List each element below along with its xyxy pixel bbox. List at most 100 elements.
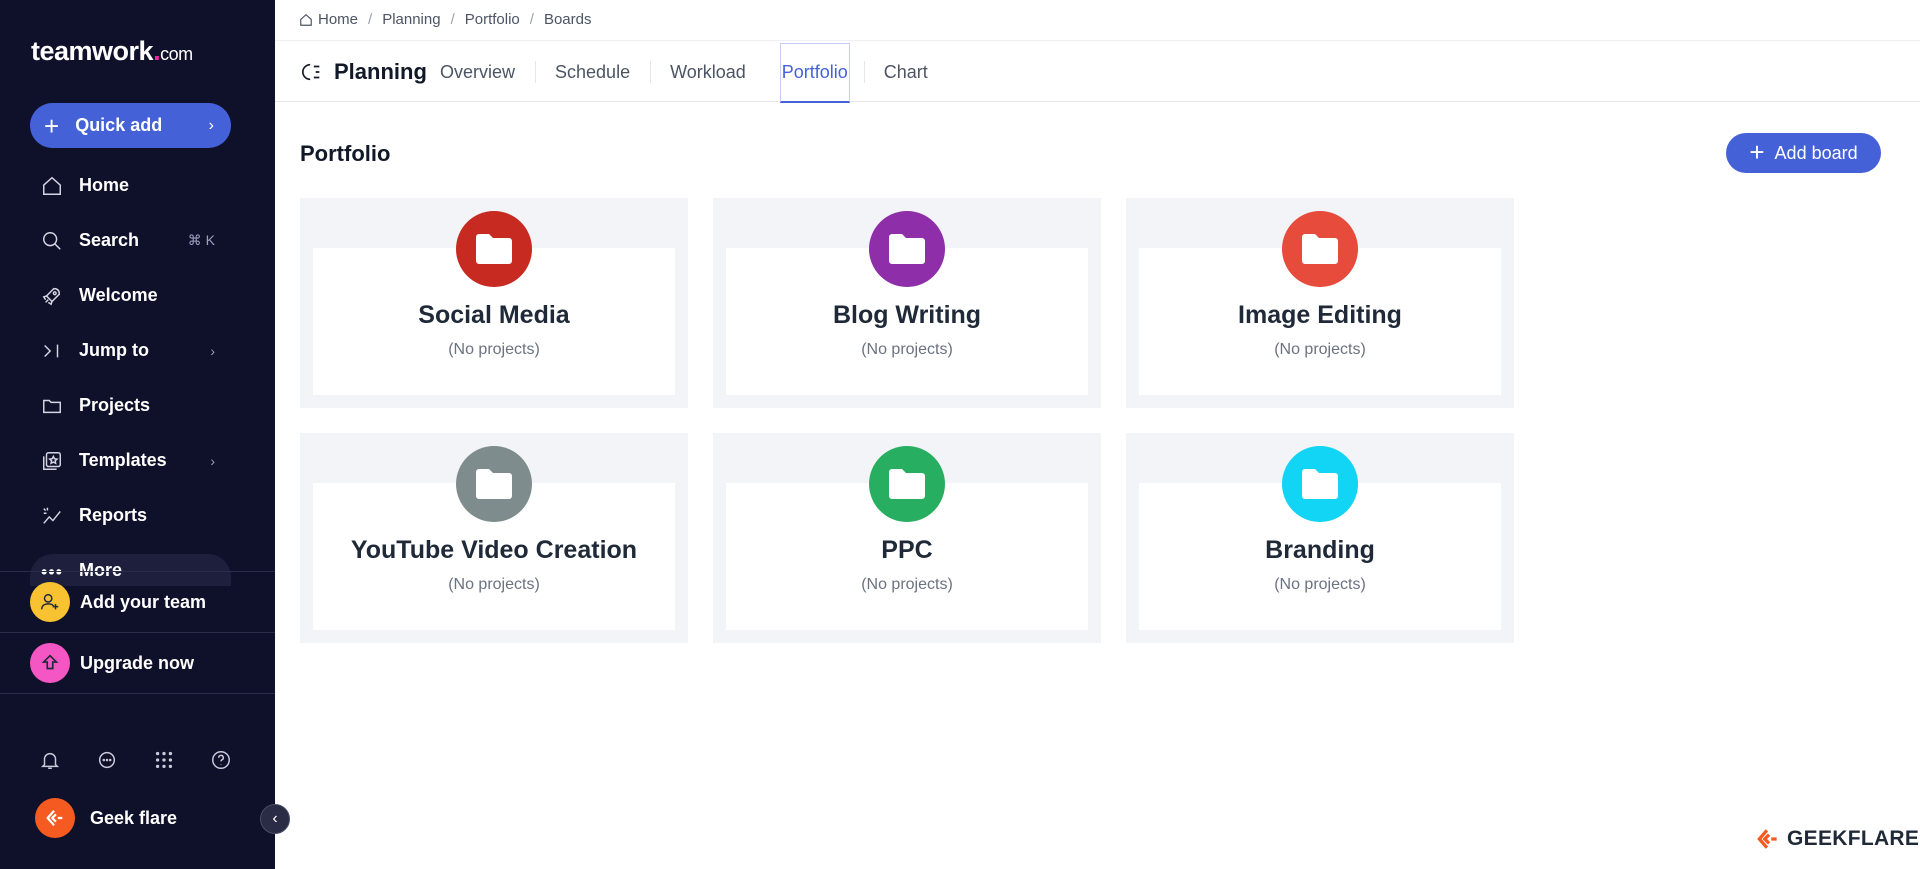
- board-card[interactable]: Blog Writing (No projects): [713, 198, 1101, 408]
- folder-icon: [1282, 211, 1358, 287]
- add-team-label: Add your team: [80, 591, 207, 612]
- board-project-count: (No projects): [861, 341, 953, 358]
- rocket-icon: [40, 284, 64, 308]
- breadcrumb-planning[interactable]: Planning: [382, 11, 440, 28]
- page-title: Planning: [301, 59, 427, 85]
- board-card[interactable]: Image Editing (No projects): [1126, 198, 1514, 408]
- add-user-icon: [30, 582, 70, 622]
- breadcrumb-portfolio[interactable]: Portfolio: [465, 11, 520, 28]
- tab-label: Chart: [883, 61, 928, 82]
- board-project-count: (No projects): [861, 576, 953, 593]
- plus-icon: +: [44, 110, 60, 141]
- sidebar-divider: [0, 632, 275, 633]
- user-name: Geek flare: [90, 807, 178, 828]
- tab-schedule[interactable]: Schedule: [535, 53, 650, 91]
- sidebar-item-welcome[interactable]: Welcome: [30, 268, 231, 323]
- board-name: Branding: [1265, 536, 1375, 564]
- sidebar-item-projects[interactable]: Projects: [30, 378, 231, 433]
- chevron-right-icon: ›: [208, 116, 214, 134]
- avatar: [35, 798, 75, 838]
- board-grid: Social Media (No projects) Blog Writing …: [300, 198, 1514, 643]
- apps-grid-icon[interactable]: [152, 748, 176, 772]
- project-tabs: Overview Schedule Workload Portfolio Cha…: [420, 41, 948, 103]
- board-card[interactable]: PPC (No projects): [713, 433, 1101, 643]
- tab-label: Schedule: [555, 61, 631, 82]
- tab-label: Portfolio: [781, 62, 848, 82]
- chat-icon[interactable]: [95, 748, 119, 772]
- breadcrumb-separator: /: [368, 11, 373, 28]
- add-team-button[interactable]: Add your team: [30, 582, 206, 622]
- geekflare-logo-icon: [1757, 829, 1777, 849]
- sidebar-item-search[interactable]: Search ⌘ K: [30, 213, 231, 268]
- sidebar-nav: Home Search ⌘ K Welcome Jump to › Projec…: [30, 158, 231, 586]
- board-card[interactable]: Social Media (No projects): [300, 198, 688, 408]
- sidebar-item-label: Reports: [79, 505, 148, 525]
- board-name: Social Media: [418, 301, 570, 329]
- upgrade-button[interactable]: Upgrade now: [30, 643, 194, 683]
- user-profile[interactable]: Geek flare: [35, 798, 177, 838]
- collapse-sidebar-button[interactable]: ‹: [260, 804, 290, 834]
- tab-workload[interactable]: Workload: [650, 53, 766, 91]
- sidebar-item-reports[interactable]: Reports: [30, 488, 231, 543]
- folder-icon: [869, 211, 945, 287]
- board-card[interactable]: Branding (No projects): [1126, 433, 1514, 643]
- breadcrumb-home[interactable]: Home: [299, 11, 358, 28]
- search-icon: [40, 229, 64, 253]
- sidebar-item-label: Projects: [79, 395, 151, 415]
- watermark-text: GEEKFLARE: [1787, 827, 1920, 850]
- board-project-count: (No projects): [1274, 341, 1366, 358]
- quick-add-button[interactable]: + Quick add ›: [30, 103, 231, 148]
- search-shortcut: ⌘ K: [187, 232, 215, 248]
- sidebar-item-jump-to[interactable]: Jump to ›: [30, 323, 231, 378]
- breadcrumb-boards[interactable]: Boards: [544, 11, 592, 28]
- bell-icon[interactable]: [38, 748, 62, 772]
- logo-text: teamwork: [31, 36, 154, 66]
- folder-icon: [1282, 446, 1358, 522]
- chevron-right-icon: ›: [210, 342, 215, 359]
- sidebar-item-label: Search: [79, 230, 140, 250]
- tab-portfolio[interactable]: Portfolio: [779, 43, 850, 103]
- add-board-button[interactable]: + Add board: [1726, 133, 1881, 173]
- quick-add-label: Quick add: [75, 115, 163, 135]
- section-title: Portfolio: [300, 141, 391, 166]
- sidebar-item-templates[interactable]: Templates ›: [30, 433, 231, 488]
- breadcrumb-separator: /: [529, 11, 534, 28]
- sidebar-item-label: Jump to: [79, 340, 149, 360]
- board-name: Image Editing: [1238, 301, 1402, 329]
- jump-icon: [40, 339, 64, 363]
- tab-label: Workload: [670, 61, 746, 82]
- breadcrumb-separator: /: [450, 11, 455, 28]
- home-icon: [300, 13, 312, 26]
- folder-icon: [456, 446, 532, 522]
- breadcrumb-label: Home: [318, 11, 359, 28]
- tab-overview[interactable]: Overview: [420, 53, 535, 91]
- board-name: PPC: [881, 536, 933, 564]
- sidebar-footer-icons: [38, 748, 233, 772]
- sidebar-item-label: Welcome: [79, 285, 158, 305]
- folder-icon: [456, 211, 532, 287]
- chevron-right-icon: ›: [210, 452, 215, 469]
- help-icon[interactable]: [209, 748, 233, 772]
- tab-label: Overview: [440, 61, 516, 82]
- board-project-count: (No projects): [448, 341, 540, 358]
- planning-icon: [302, 63, 320, 81]
- teamwork-logo[interactable]: teamwork.com: [31, 36, 193, 67]
- geekflare-watermark: GEEKFLARE: [1755, 826, 1919, 852]
- home-icon: [40, 174, 64, 198]
- reports-icon: [40, 504, 64, 528]
- chevron-left-icon: ‹: [272, 810, 278, 827]
- tab-chart[interactable]: Chart: [863, 53, 948, 91]
- breadcrumb: Home / Planning / Portfolio / Boards: [299, 11, 591, 28]
- board-project-count: (No projects): [448, 576, 540, 593]
- sidebar-item-home[interactable]: Home: [30, 158, 231, 213]
- sidebar-item-label: Templates: [79, 450, 167, 470]
- board-card[interactable]: YouTube Video Creation (No projects): [300, 433, 688, 643]
- folder-icon: [40, 394, 64, 418]
- board-project-count: (No projects): [1274, 576, 1366, 593]
- more-icon: •••: [41, 561, 63, 582]
- page-title-text: Planning: [334, 59, 427, 84]
- templates-icon: [40, 449, 64, 473]
- board-name: Blog Writing: [832, 301, 982, 329]
- plus-icon: +: [1749, 137, 1765, 167]
- board-name: YouTube Video Creation: [350, 536, 638, 564]
